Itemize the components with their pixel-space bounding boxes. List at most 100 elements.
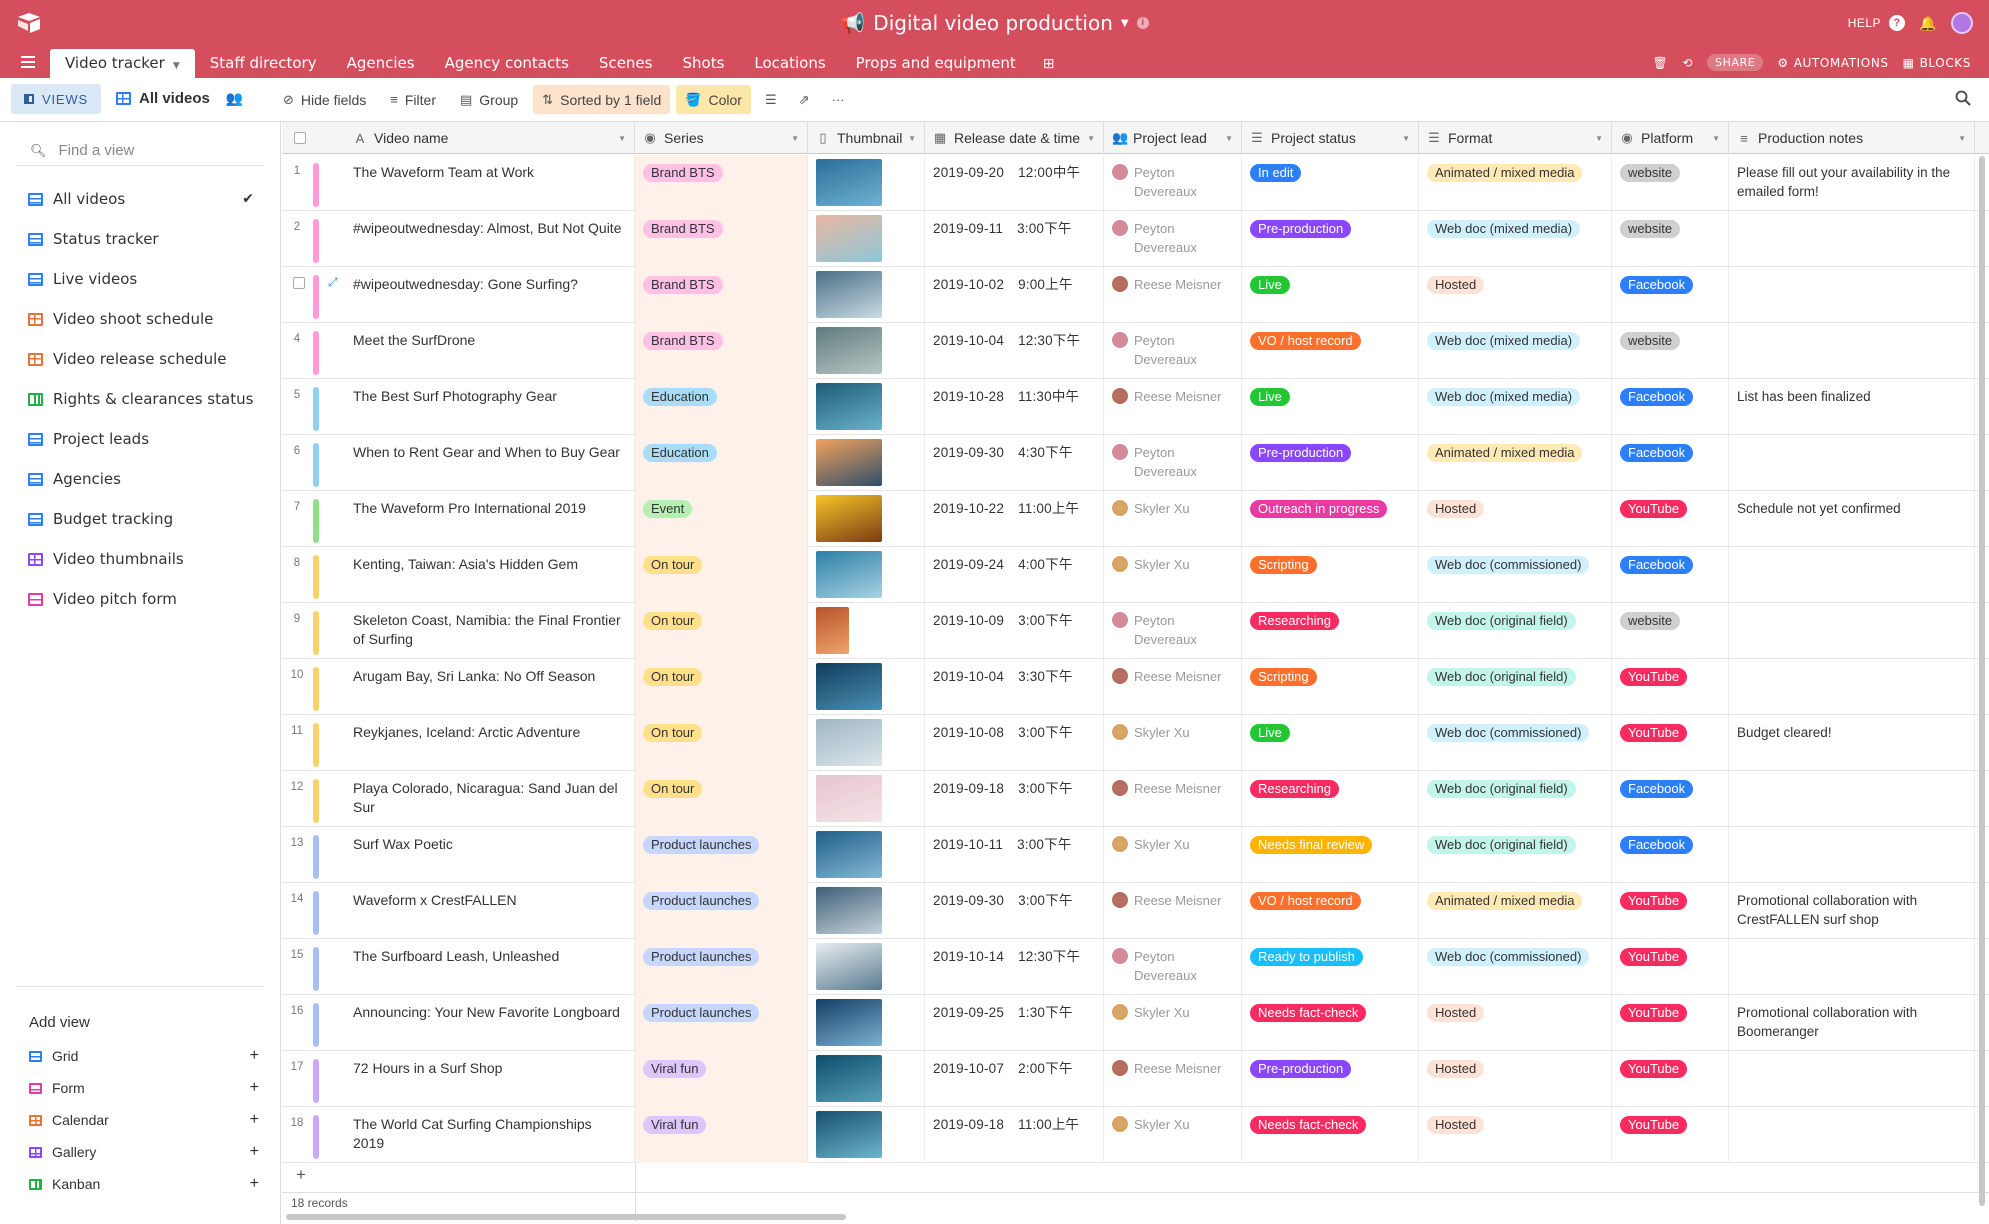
series-cell[interactable]: Brand BTS: [635, 267, 808, 323]
table-row[interactable]: 12 Playa Colorado, Nicaragua: Sand Juan d…: [282, 771, 1989, 827]
filter-button[interactable]: ≡ Filter: [381, 85, 445, 114]
production-notes-cell[interactable]: [1729, 323, 1975, 379]
chevron-down-icon[interactable]: ▼: [1958, 134, 1966, 143]
chevron-down-icon[interactable]: ▼: [1225, 134, 1233, 143]
sort-button[interactable]: ⇅ Sorted by 1 field: [533, 85, 671, 114]
thumbnail-cell[interactable]: [808, 1107, 925, 1163]
project-lead-cell[interactable]: Reese Meisner: [1104, 883, 1242, 939]
format-cell[interactable]: Hosted: [1419, 491, 1612, 547]
sidebar-view-all-videos[interactable]: All videos ✔: [16, 179, 266, 219]
series-cell[interactable]: On tour: [635, 659, 808, 715]
thumbnail-image[interactable]: [816, 887, 882, 934]
project-status-cell[interactable]: Pre-production: [1242, 211, 1419, 267]
thumbnail-image[interactable]: [816, 775, 882, 822]
base-title[interactable]: 📢 Digital video production ▼ i: [0, 11, 1989, 35]
chevron-down-icon[interactable]: ▼: [1595, 134, 1603, 143]
project-lead-cell[interactable]: Skyler Xu: [1104, 995, 1242, 1051]
thumbnail-cell[interactable]: [808, 155, 925, 211]
blocks-button[interactable]: ▦ BLOCKS: [1903, 56, 1971, 70]
column-header-lead[interactable]: 👥 Project lead ▼: [1104, 122, 1242, 154]
video-name-cell[interactable]: Reykjanes, Iceland: Arctic Adventure: [345, 715, 635, 771]
project-lead-cell[interactable]: Peyton Devereaux: [1104, 435, 1242, 491]
project-lead-cell[interactable]: Skyler Xu: [1104, 491, 1242, 547]
project-lead-cell[interactable]: Reese Meisner: [1104, 1051, 1242, 1107]
more-options-button[interactable]: ···: [824, 85, 853, 114]
tab-locations[interactable]: Locations: [739, 49, 840, 78]
chevron-down-icon[interactable]: ▼: [618, 134, 626, 143]
project-status-cell[interactable]: Pre-production: [1242, 1051, 1419, 1107]
release-date-cell[interactable]: 2019-10-11 3:00下午: [925, 827, 1104, 883]
series-cell[interactable]: On tour: [635, 715, 808, 771]
production-notes-cell[interactable]: Please fill out your availability in the…: [1729, 155, 1975, 211]
series-cell[interactable]: Product launches: [635, 939, 808, 995]
video-name-cell[interactable]: The Best Surf Photography Gear: [345, 379, 635, 435]
project-status-cell[interactable]: Needs final review: [1242, 827, 1419, 883]
sidebar-view-project-leads[interactable]: Project leads: [16, 419, 266, 459]
project-lead-cell[interactable]: Reese Meisner: [1104, 267, 1242, 323]
project-status-cell[interactable]: Pre-production: [1242, 435, 1419, 491]
project-status-cell[interactable]: Ready to publish: [1242, 939, 1419, 995]
project-status-cell[interactable]: Live: [1242, 715, 1419, 771]
thumbnail-cell[interactable]: [808, 379, 925, 435]
production-notes-cell[interactable]: Promotional collaboration with CrestFALL…: [1729, 883, 1975, 939]
table-row[interactable]: 4 Meet the SurfDrone Brand BTS 2019-10-04 12…: [282, 323, 1989, 379]
column-header-format[interactable]: ☰ Format ▼: [1419, 122, 1612, 154]
format-cell[interactable]: Hosted: [1419, 267, 1612, 323]
series-cell[interactable]: Viral fun: [635, 1107, 808, 1163]
bell-icon[interactable]: 🔔: [1919, 15, 1937, 32]
project-lead-cell[interactable]: Peyton Devereaux: [1104, 155, 1242, 211]
format-cell[interactable]: Web doc (mixed media): [1419, 211, 1612, 267]
share-view-button[interactable]: ⇗: [791, 85, 818, 114]
video-name-cell[interactable]: Surf Wax Poetic: [345, 827, 635, 883]
column-header-series[interactable]: ◉ Series ▼: [635, 122, 808, 154]
column-header-thumb[interactable]: ▯ Thumbnail ▼: [808, 122, 925, 154]
project-lead-cell[interactable]: Skyler Xu: [1104, 715, 1242, 771]
thumbnail-cell[interactable]: [808, 883, 925, 939]
platform-cell[interactable]: website: [1612, 211, 1729, 267]
thumbnail-image[interactable]: [816, 719, 882, 766]
tab-props-and-equipment[interactable]: Props and equipment: [841, 49, 1031, 78]
table-row[interactable]: 18 The World Cat Surfing Championships 20…: [282, 1107, 1989, 1163]
format-cell[interactable]: Web doc (mixed media): [1419, 379, 1612, 435]
series-cell[interactable]: On tour: [635, 771, 808, 827]
find-view-input[interactable]: 🔍︎ Find a view: [16, 136, 264, 166]
video-name-cell[interactable]: The Surfboard Leash, Unleashed: [345, 939, 635, 995]
release-date-cell[interactable]: 2019-09-18 11:00上午: [925, 1107, 1104, 1163]
series-cell[interactable]: Education: [635, 435, 808, 491]
project-lead-cell[interactable]: Skyler Xu: [1104, 547, 1242, 603]
table-row[interactable]: 11 Reykjanes, Iceland: Arctic Adventure On…: [282, 715, 1989, 771]
platform-cell[interactable]: website: [1612, 155, 1729, 211]
select-all-checkbox[interactable]: [294, 132, 306, 144]
video-name-cell[interactable]: The Waveform Pro International 2019: [345, 491, 635, 547]
format-cell[interactable]: Hosted: [1419, 1051, 1612, 1107]
project-lead-cell[interactable]: Peyton Devereaux: [1104, 603, 1242, 659]
thumbnail-cell[interactable]: [808, 939, 925, 995]
release-date-cell[interactable]: 2019-09-20 12:00中午: [925, 155, 1104, 211]
add-record-button[interactable]: +: [296, 1165, 306, 1185]
chevron-down-icon[interactable]: ▼: [908, 134, 916, 143]
format-cell[interactable]: Web doc (original field): [1419, 603, 1612, 659]
tab-staff-directory[interactable]: Staff directory: [195, 49, 332, 78]
views-toggle-button[interactable]: VIEWS: [11, 84, 101, 114]
table-row[interactable]: 6 When to Rent Gear and When to Buy Gear E…: [282, 435, 1989, 491]
hide-fields-button[interactable]: ⊘ Hide fields: [274, 85, 375, 114]
production-notes-cell[interactable]: [1729, 1107, 1975, 1163]
release-date-cell[interactable]: 2019-10-14 12:30下午: [925, 939, 1104, 995]
current-view-switcher[interactable]: All videos 👥: [116, 90, 243, 107]
thumbnail-image[interactable]: [816, 551, 882, 598]
platform-cell[interactable]: YouTube: [1612, 1051, 1729, 1107]
project-lead-cell[interactable]: Skyler Xu: [1104, 827, 1242, 883]
add-table-icon[interactable]: ⊞: [1043, 49, 1055, 78]
project-status-cell[interactable]: Needs fact-check: [1242, 1107, 1419, 1163]
sidebar-view-video-pitch-form[interactable]: Video pitch form: [16, 579, 266, 619]
platform-cell[interactable]: Facebook: [1612, 547, 1729, 603]
sidebar-view-video-shoot-schedule[interactable]: Video shoot schedule: [16, 299, 266, 339]
release-date-cell[interactable]: 2019-10-28 11:30中午: [925, 379, 1104, 435]
row-checkbox[interactable]: [293, 277, 305, 289]
table-row[interactable]: 14 Waveform x CrestFALLEN Product launches…: [282, 883, 1989, 939]
platform-cell[interactable]: YouTube: [1612, 659, 1729, 715]
sidebar-view-live-videos[interactable]: Live videos: [16, 259, 266, 299]
thumbnail-image[interactable]: [816, 943, 882, 990]
sidebar-view-video-thumbnails[interactable]: Video thumbnails: [16, 539, 266, 579]
platform-cell[interactable]: Facebook: [1612, 267, 1729, 323]
